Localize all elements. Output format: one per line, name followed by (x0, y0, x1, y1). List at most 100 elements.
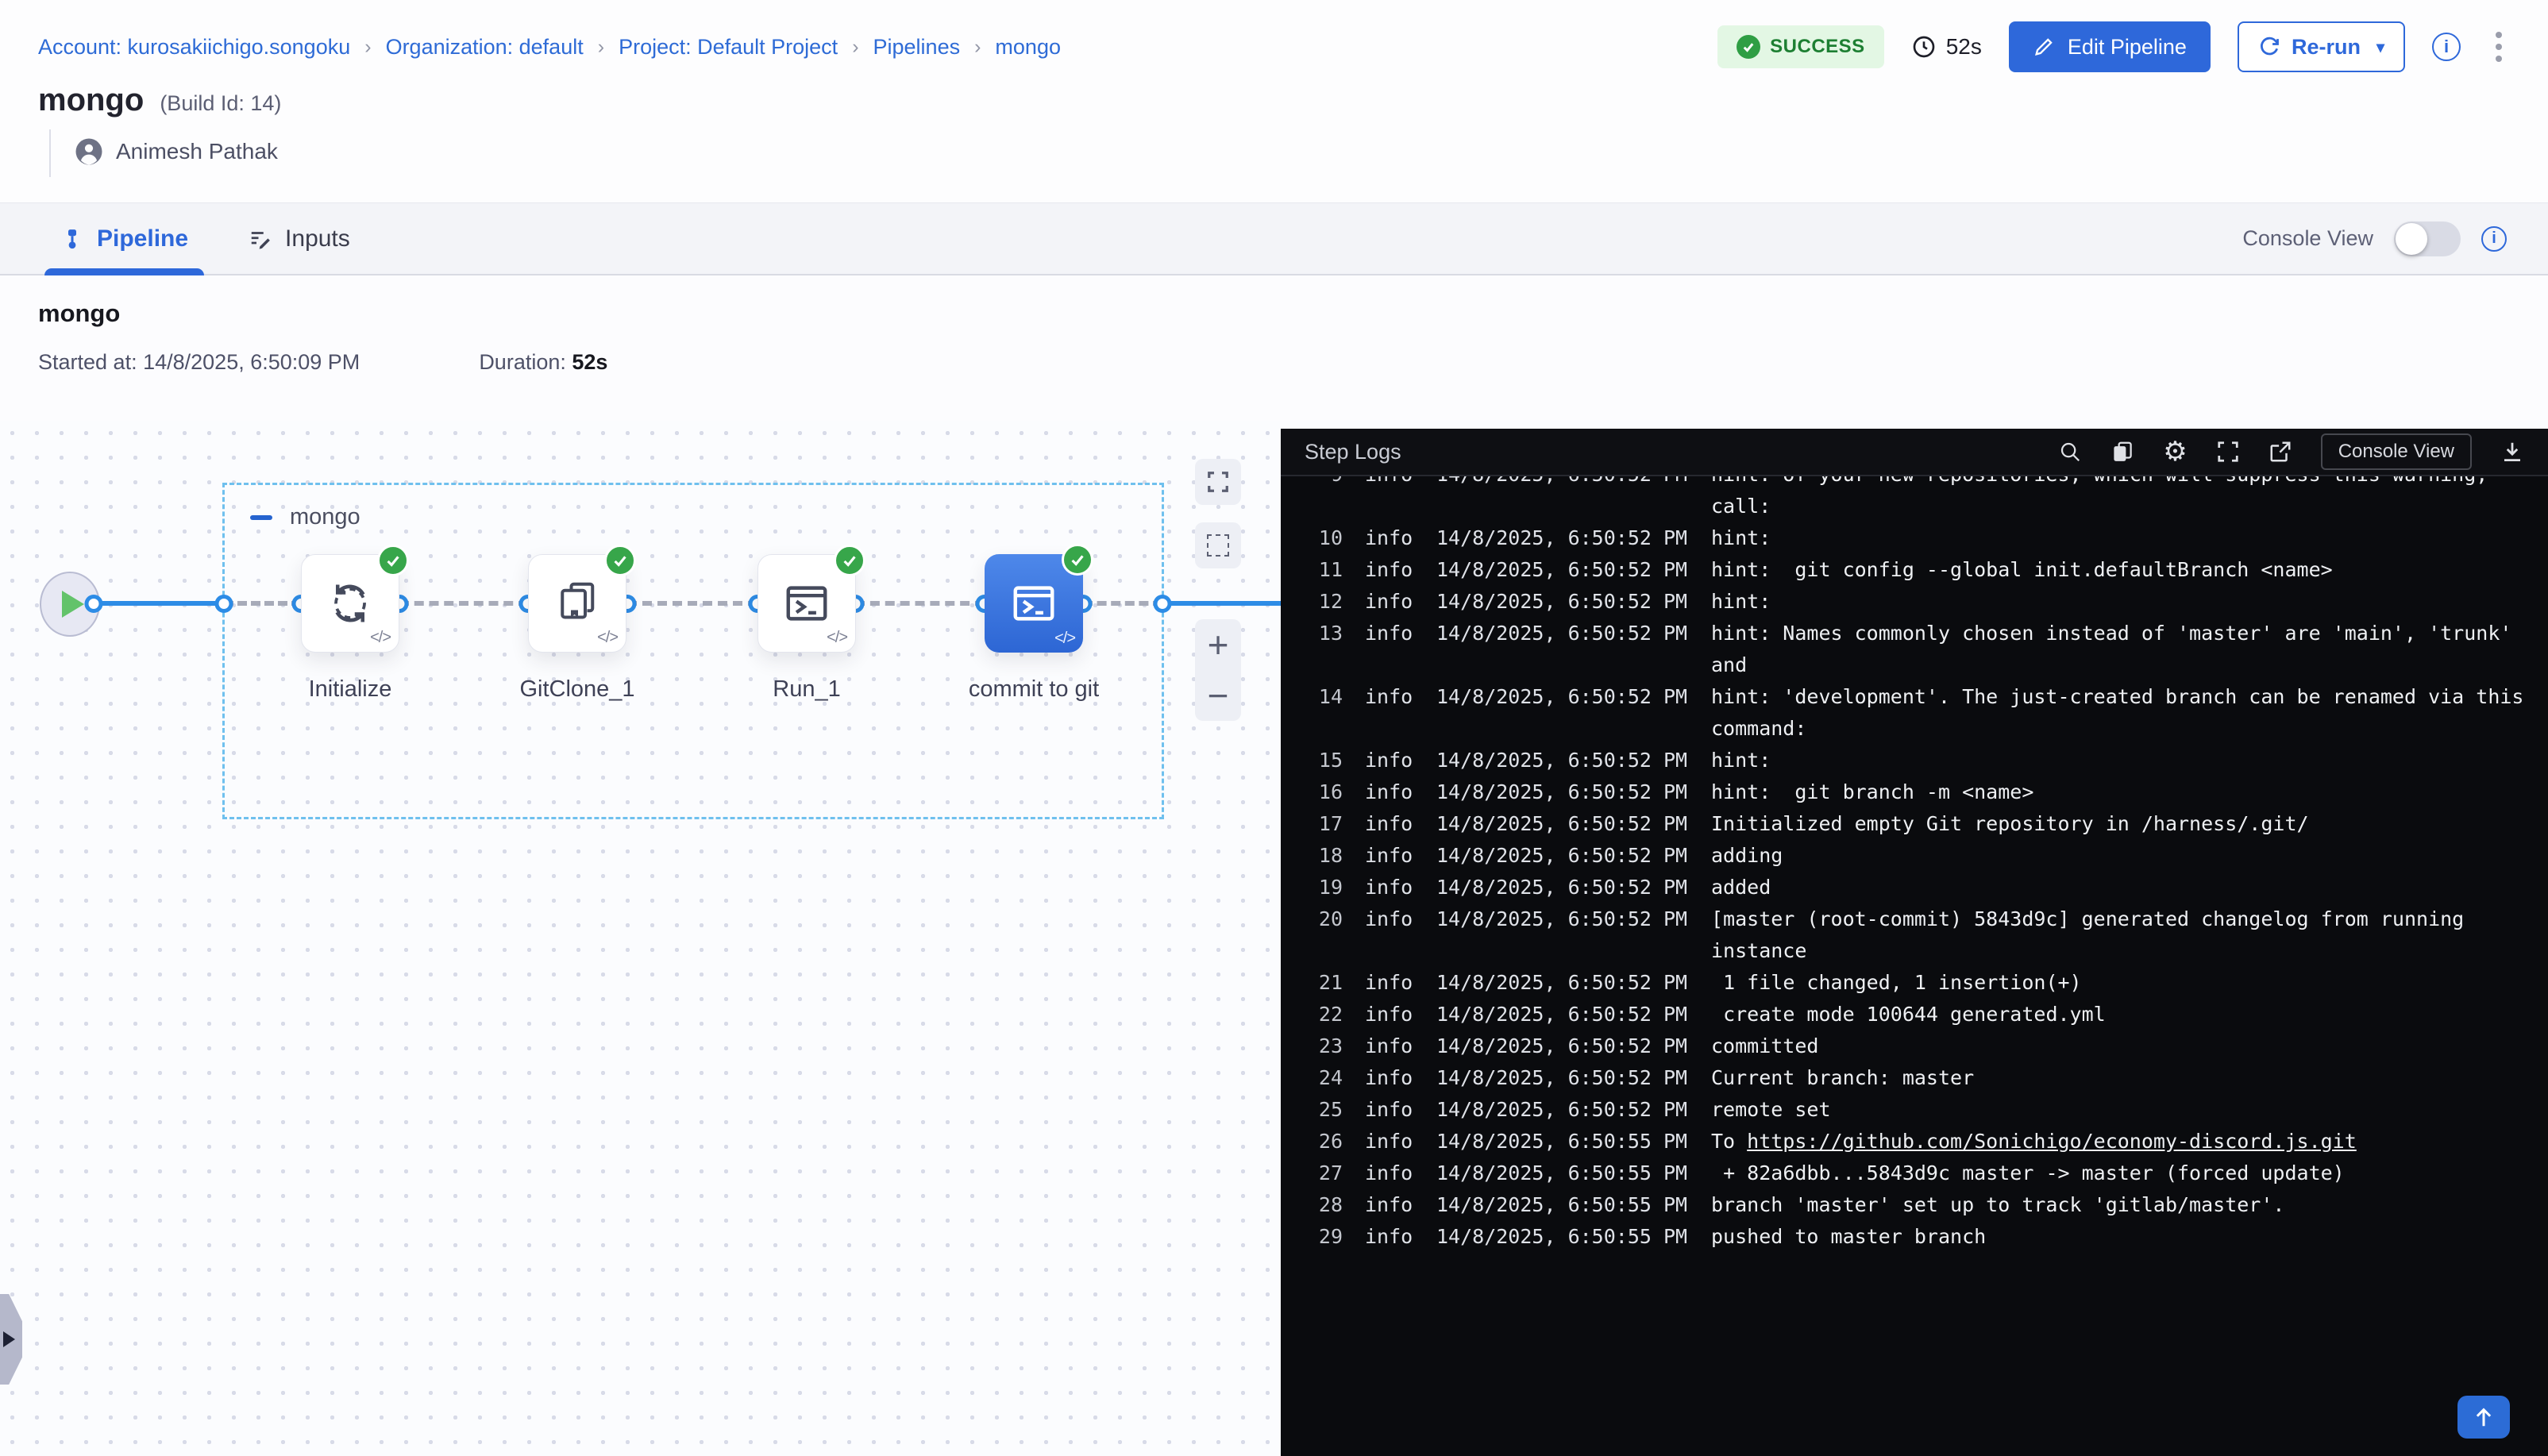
log-line: 29info14/8/2025, 6:50:55 PMpushed to mas… (1303, 1221, 2548, 1253)
log-line: 9info14/8/2025, 6:50:52 PMhint: of your … (1303, 476, 2548, 522)
breadcrumb-project[interactable]: Project: Default Project (619, 35, 838, 60)
pencil-icon (2033, 36, 2055, 58)
log-line-number: 28 (1303, 1189, 1343, 1221)
step-node-initialize[interactable]: </> (301, 554, 399, 653)
step-node-run1[interactable]: </> (757, 554, 856, 653)
log-level: info (1365, 872, 1414, 903)
log-message: committed (1711, 1030, 2537, 1062)
log-line: 19info14/8/2025, 6:50:52 PMadded (1303, 872, 2548, 903)
log-timestamp: 14/8/2025, 6:50:55 PM (1436, 1221, 1689, 1253)
log-level: info (1365, 967, 1414, 999)
canvas-zoom-controls: + − (1195, 619, 1241, 721)
zoom-in-button[interactable]: + (1208, 626, 1229, 663)
log-level: info (1365, 1157, 1414, 1189)
console-view-button[interactable]: Console View (2321, 433, 2472, 470)
expand-logs-icon[interactable] (2216, 440, 2240, 464)
log-level: info (1365, 776, 1414, 808)
step-logs-title: Step Logs (1305, 440, 1401, 464)
sync-icon (326, 580, 374, 627)
pipeline-icon (60, 227, 84, 251)
console-view-info-icon[interactable]: i (2481, 226, 2507, 252)
edit-pipeline-button[interactable]: Edit Pipeline (2009, 21, 2211, 72)
log-timestamp: 14/8/2025, 6:50:52 PM (1436, 1062, 1689, 1094)
download-logs-icon[interactable] (2500, 440, 2524, 464)
step-label-commit-to-git: commit to git (923, 676, 1145, 703)
log-line-number: 18 (1303, 840, 1343, 872)
more-options-menu[interactable] (2488, 27, 2510, 67)
breadcrumb-pipeline-name[interactable]: mongo (995, 35, 1061, 60)
log-level: info (1365, 999, 1414, 1030)
toggle-knob (2396, 223, 2427, 255)
log-line-number: 29 (1303, 1221, 1343, 1253)
log-timestamp: 14/8/2025, 6:50:52 PM (1436, 903, 1689, 967)
search-icon[interactable] (2058, 440, 2082, 464)
step-label-run1: Run_1 (696, 676, 918, 703)
clock-icon (1911, 34, 1937, 60)
duration: Duration: 52s (479, 350, 607, 375)
info-icon[interactable]: i (2432, 33, 2461, 61)
log-line-number: 17 (1303, 808, 1343, 840)
zoom-out-button[interactable]: − (1208, 677, 1229, 714)
log-line-number: 9 (1303, 476, 1343, 522)
breadcrumb-separator: › (598, 36, 604, 59)
step-logs-panel: Step Logs ⚙ Console View 9 info 14/8/2025,… (1281, 429, 2548, 1456)
success-check-icon (377, 545, 409, 576)
rerun-button[interactable]: Re-run ▾ (2238, 21, 2405, 72)
elapsed-duration: 52s (1911, 34, 1982, 60)
log-repo-link[interactable]: https://github.com/Sonichigo/economy-dis… (1747, 1130, 2357, 1153)
chevron-down-icon: ▾ (2376, 37, 2384, 57)
log-line: 20info14/8/2025, 6:50:52 PM[master (root… (1303, 903, 2548, 967)
log-timestamp: 14/8/2025, 6:50:52 PM (1436, 999, 1689, 1030)
log-line-number: 10 (1303, 522, 1343, 554)
log-line-number: 25 (1303, 1094, 1343, 1126)
log-message: adding (1711, 840, 2537, 872)
step-logs-body[interactable]: 9 info 14/8/2025, 6:50:52 PM hint: of your … (1281, 476, 2548, 1456)
expand-arrow-icon (3, 1331, 15, 1347)
log-message: hint: of your new repositories, which wi… (1711, 476, 2537, 522)
log-line-number: 23 (1303, 1030, 1343, 1062)
status-badge: SUCCESS (1717, 25, 1884, 68)
breadcrumb-account[interactable]: Account: kurosakiichigo.songoku (38, 35, 350, 60)
breadcrumb-organization[interactable]: Organization: default (386, 35, 584, 60)
inputs-icon (249, 227, 272, 251)
scroll-to-top-button[interactable] (2457, 1396, 2510, 1439)
canvas-select-button[interactable] (1195, 522, 1241, 568)
log-timestamp: 14/8/2025, 6:50:52 PM (1436, 808, 1689, 840)
tab-inputs[interactable]: Inputs (229, 203, 369, 274)
collapse-group-icon[interactable] (250, 515, 272, 520)
log-timestamp: 14/8/2025, 6:50:52 PM (1436, 840, 1689, 872)
log-timestamp: 14/8/2025, 6:50:55 PM (1436, 1157, 1689, 1189)
run-info-strip: mongo Started at: 14/8/2025, 6:50:09 PM … (0, 275, 2548, 421)
log-line: 18info14/8/2025, 6:50:52 PMadding (1303, 840, 2548, 872)
log-line-number: 12 (1303, 586, 1343, 618)
build-id: (Build Id: 14) (160, 91, 281, 116)
step-label-initialize: Initialize (239, 676, 461, 703)
console-view-toggle[interactable] (2394, 221, 2461, 256)
settings-gear-icon[interactable]: ⚙ (2163, 438, 2187, 465)
log-level: info (1365, 1030, 1414, 1062)
git-clone-icon (553, 580, 601, 627)
log-message: [master (root-commit) 5843d9c] generated… (1711, 903, 2537, 967)
edge-connector (85, 595, 103, 613)
breadcrumb-pipelines[interactable]: Pipelines (873, 35, 961, 60)
edge-connector (215, 595, 233, 613)
status-text: SUCCESS (1770, 36, 1865, 58)
breadcrumb-separator: › (364, 36, 371, 59)
tab-pipeline[interactable]: Pipeline (41, 203, 207, 274)
log-line-number: 16 (1303, 776, 1343, 808)
canvas-fullscreen-button[interactable] (1195, 459, 1241, 505)
step-node-gitclone[interactable]: </> (528, 554, 626, 653)
log-message: hint: (1711, 745, 2537, 776)
log-message: hint: Names commonly chosen instead of '… (1711, 618, 2537, 681)
open-external-icon[interactable] (2269, 440, 2292, 464)
log-message: 1 file changed, 1 insertion(+) (1711, 967, 2537, 999)
log-message: To https://github.com/Sonichigo/economy-… (1711, 1126, 2537, 1157)
log-level: info (1365, 476, 1414, 522)
log-timestamp: 14/8/2025, 6:50:52 PM (1436, 872, 1689, 903)
expand-left-panel-handle[interactable] (0, 1294, 22, 1385)
log-line: 16info14/8/2025, 6:50:52 PMhint: git bra… (1303, 776, 2548, 808)
log-line: 24info14/8/2025, 6:50:52 PMCurrent branc… (1303, 1062, 2548, 1094)
log-message: Current branch: master (1711, 1062, 2537, 1094)
copy-icon[interactable] (2110, 440, 2134, 464)
step-node-commit-to-git[interactable]: </> (985, 554, 1083, 653)
